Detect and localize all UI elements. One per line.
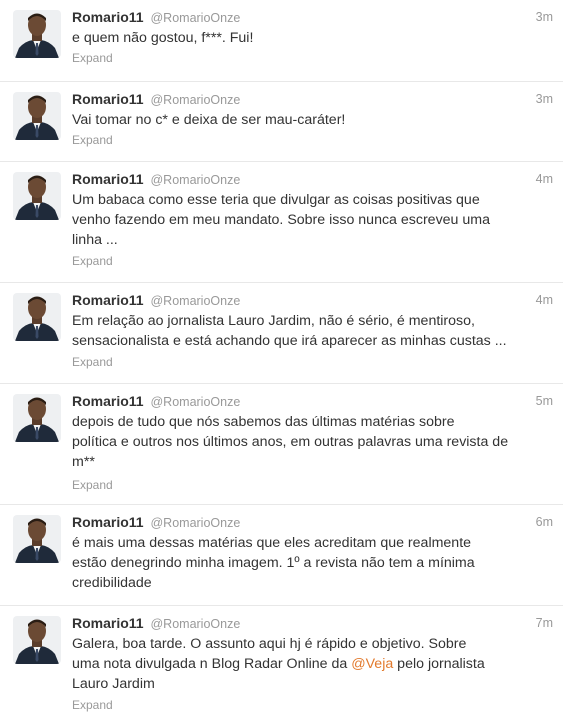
- author-handle[interactable]: @RomarioOnze: [150, 294, 240, 308]
- tweet-text-line: Em relação ao jornalista Lauro Jardim, n…: [72, 313, 475, 329]
- profile-photo-icon: [13, 10, 61, 58]
- expand-link[interactable]: Expand: [72, 51, 113, 65]
- tweet-text: e quem não gostou, f***. Fui!: [72, 28, 556, 48]
- avatar[interactable]: [13, 616, 61, 664]
- tweet-header: Romario11 @RomarioOnze 7m: [72, 614, 553, 632]
- tweet-text-line: estão denegrindo minha imagem. 1º a revi…: [72, 555, 475, 571]
- tweet[interactable]: Romario11 @RomarioOnze 3m e quem não gos…: [0, 0, 563, 82]
- tweet-text: Um babaca como esse teria que divulgar a…: [72, 190, 556, 250]
- tweet-text-line: depois de tudo que nós sabemos das últim…: [72, 414, 455, 430]
- tweet-text-line: credibilidade: [72, 575, 152, 591]
- expand-link[interactable]: Expand: [72, 355, 113, 369]
- tweet-text-line: Lauro Jardim: [72, 676, 155, 692]
- mention-link[interactable]: @Veja: [351, 656, 393, 672]
- profile-photo-icon: [13, 293, 61, 341]
- profile-photo-icon: [13, 616, 61, 664]
- tweet-text-line: Galera, boa tarde. O assunto aqui hj é r…: [72, 636, 467, 652]
- tweet-timestamp[interactable]: 4m: [536, 170, 553, 188]
- tweet-text: depois de tudo que nós sabemos das últim…: [72, 412, 556, 472]
- profile-photo-icon: [13, 515, 61, 563]
- tweet-text-line: é mais uma dessas matérias que eles acre…: [72, 535, 472, 551]
- author-handle[interactable]: @RomarioOnze: [150, 617, 240, 631]
- expand-link[interactable]: Expand: [72, 698, 113, 712]
- tweet-header: Romario11 @RomarioOnze 5m: [72, 392, 553, 410]
- author-name[interactable]: Romario11: [72, 615, 144, 631]
- author-name[interactable]: Romario11: [72, 9, 144, 25]
- tweet-text: Vai tomar no c* e deixa de ser mau-carát…: [72, 110, 556, 130]
- tweet-text-line: uma nota divulgada n Blog Radar Online d…: [72, 654, 556, 674]
- tweet-timestamp[interactable]: 7m: [536, 614, 553, 632]
- tweet-text-line: linha ...: [72, 232, 118, 248]
- tweet[interactable]: Romario11 @RomarioOnze 3m Vai tomar no c…: [0, 82, 563, 162]
- avatar[interactable]: [13, 394, 61, 442]
- tweet-timestamp[interactable]: 5m: [536, 392, 553, 410]
- tweet-text-fragment: pelo jornalista: [393, 656, 485, 672]
- tweet-timestamp[interactable]: 3m: [536, 8, 553, 26]
- profile-photo-icon: [13, 394, 61, 442]
- tweet-header: Romario11 @RomarioOnze 6m: [72, 513, 553, 531]
- tweet[interactable]: Romario11 @RomarioOnze 4m Um babaca como…: [0, 162, 563, 283]
- author-name[interactable]: Romario11: [72, 514, 144, 530]
- expand-link[interactable]: Expand: [72, 254, 113, 268]
- avatar[interactable]: [13, 293, 61, 341]
- tweet-text-line: m**: [72, 454, 95, 470]
- tweet-text: é mais uma dessas matérias que eles acre…: [72, 533, 556, 593]
- tweet-timestamp[interactable]: 6m: [536, 513, 553, 531]
- tweet-text-line: e quem não gostou, f***. Fui!: [72, 30, 254, 46]
- author-name[interactable]: Romario11: [72, 292, 144, 308]
- author-name[interactable]: Romario11: [72, 393, 144, 409]
- tweet-timestamp[interactable]: 3m: [536, 90, 553, 108]
- author-name[interactable]: Romario11: [72, 171, 144, 187]
- tweet[interactable]: Romario11 @RomarioOnze 6m é mais uma des…: [0, 505, 563, 606]
- avatar[interactable]: [13, 515, 61, 563]
- author-handle[interactable]: @RomarioOnze: [150, 173, 240, 187]
- tweet-text-line: Vai tomar no c* e deixa de ser mau-carát…: [72, 112, 346, 128]
- tweet-text-line: sensacionalista e está achando que irá a…: [72, 333, 507, 349]
- profile-photo-icon: [13, 172, 61, 220]
- author-handle[interactable]: @RomarioOnze: [150, 11, 240, 25]
- tweet-text-fragment: uma nota divulgada n Blog Radar Online d…: [72, 656, 352, 672]
- avatar[interactable]: [13, 92, 61, 140]
- tweet-header: Romario11 @RomarioOnze 3m: [72, 90, 553, 108]
- tweet[interactable]: Romario11 @RomarioOnze 4m Em relação ao …: [0, 283, 563, 384]
- tweet-header: Romario11 @RomarioOnze 3m: [72, 8, 553, 26]
- avatar[interactable]: [13, 172, 61, 220]
- tweet-text-line: venho fazendo em meu mandato. Sobre isso…: [72, 212, 490, 228]
- tweet-header: Romario11 @RomarioOnze 4m: [72, 291, 553, 309]
- tweet-text-line: política e outros nos últimos anos, em o…: [72, 434, 509, 450]
- tweet[interactable]: Romario11 @RomarioOnze 5m depois de tudo…: [0, 384, 563, 505]
- tweet-header: Romario11 @RomarioOnze 4m: [72, 170, 553, 188]
- avatar[interactable]: [13, 10, 61, 58]
- profile-photo-icon: [13, 92, 61, 140]
- expand-link[interactable]: Expand: [72, 133, 113, 147]
- tweet-text: Em relação ao jornalista Lauro Jardim, n…: [72, 311, 556, 351]
- tweet-timestamp[interactable]: 4m: [536, 291, 553, 309]
- tweet[interactable]: Romario11 @RomarioOnze 7m Galera, boa ta…: [0, 606, 563, 718]
- author-handle[interactable]: @RomarioOnze: [150, 516, 240, 530]
- tweet-text-line: Um babaca como esse teria que divulgar a…: [72, 192, 480, 208]
- author-handle[interactable]: @RomarioOnze: [150, 93, 240, 107]
- tweet-timeline: Romario11 @RomarioOnze 3m e quem não gos…: [0, 0, 563, 718]
- tweet-text: Galera, boa tarde. O assunto aqui hj é r…: [72, 634, 556, 694]
- author-handle[interactable]: @RomarioOnze: [150, 395, 240, 409]
- expand-link[interactable]: Expand: [72, 478, 113, 492]
- author-name[interactable]: Romario11: [72, 91, 144, 107]
